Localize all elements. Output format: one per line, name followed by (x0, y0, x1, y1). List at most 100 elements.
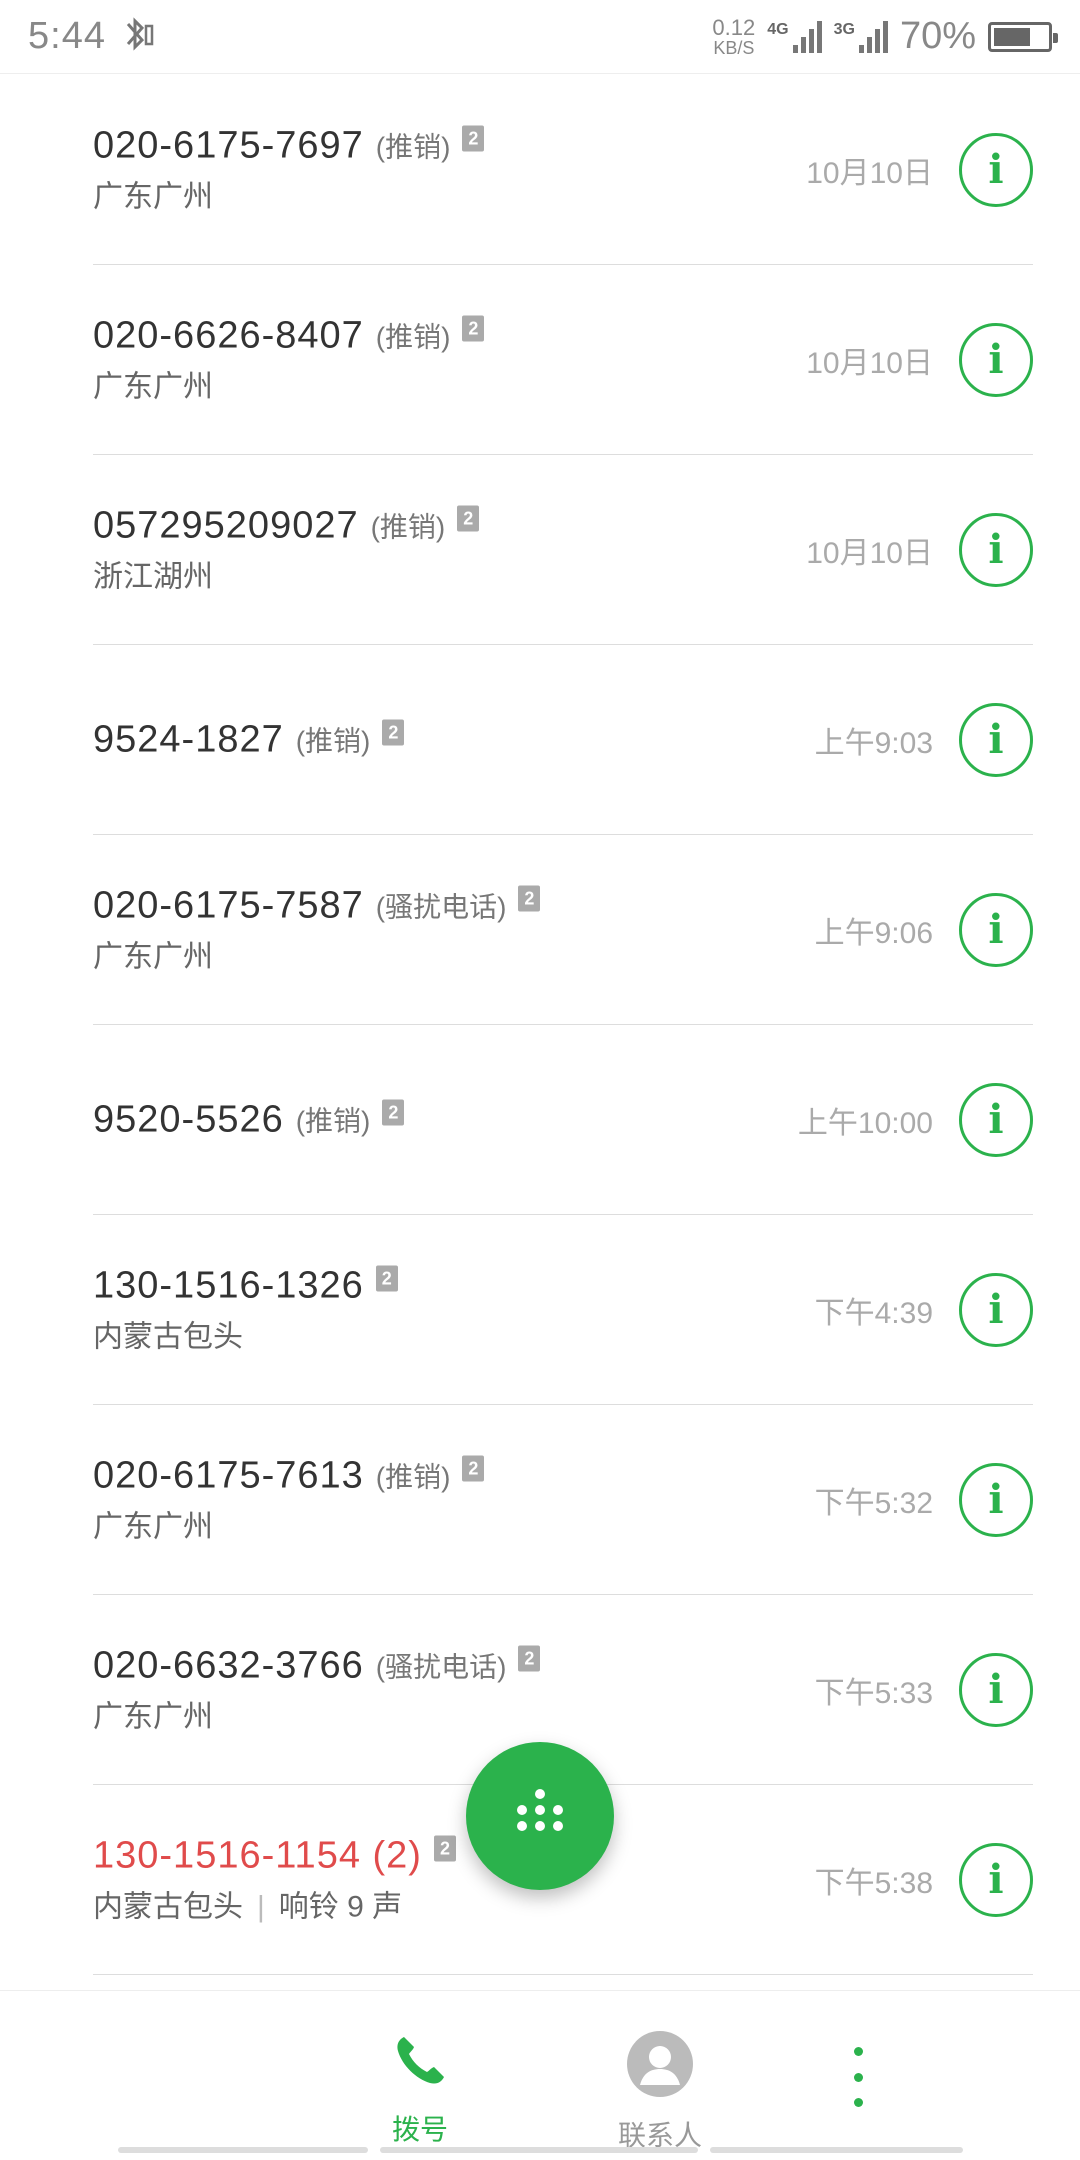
call-info-button[interactable]: i (959, 1462, 1033, 1537)
call-entry-line: 020-6632-3766 (骚扰电话) 2 (93, 1644, 541, 1687)
bottom-nav: 拨号 联系人 (0, 1990, 1080, 2160)
tab-dial-label: 拨号 (391, 2114, 448, 2145)
call-info-button[interactable]: i (959, 1842, 1033, 1917)
call-time: 下午4:39 (814, 1296, 933, 1330)
call-tag: (推销) (295, 725, 371, 757)
call-number: 020-6175-7613 (93, 1454, 364, 1496)
call-number: 020-6632-3766 (93, 1644, 364, 1686)
network-speed: 0.12 KB/S (712, 16, 755, 58)
sim-2-icon: 2 (382, 1099, 405, 1126)
sim-2-icon: 2 (433, 1835, 456, 1862)
call-info-button[interactable]: i (959, 132, 1033, 207)
call-entry-line: 9520-5526 (推销) 2 (93, 1098, 405, 1141)
status-time: 5:44 (28, 15, 106, 57)
more-options-button[interactable] (838, 2047, 878, 2107)
call-number: 9520-5526 (93, 1098, 284, 1140)
call-entry-main: 130-1516-1326 2 内蒙古包头 (93, 1264, 398, 1355)
call-tag: (推销) (370, 511, 446, 543)
net-speed-unit: KB/S (713, 37, 755, 58)
call-log-row[interactable]: 020-6175-7613 (推销) 2 广东广州 下午5:32 i (93, 1405, 1033, 1595)
call-log-row[interactable]: 9520-5526 (推销) 2 上午10:00 i (93, 1025, 1033, 1215)
call-info-button[interactable]: i (959, 892, 1033, 967)
call-log-row[interactable]: 130-1516-1326 2 内蒙古包头 下午4:39 i (93, 1215, 1033, 1405)
call-info-button[interactable]: i (959, 1272, 1033, 1347)
call-info-button[interactable]: i (959, 1652, 1033, 1727)
call-log-row[interactable]: 057295209027 (推销) 2 浙江湖州 10月10日 i (93, 455, 1033, 645)
call-log-row[interactable]: 020-6175-7697 (推销) 2 广东广州 10月10日 i (93, 75, 1033, 265)
call-time: 10月10日 (806, 346, 933, 380)
nav-indicator-right (710, 2147, 963, 2153)
call-info-button[interactable]: i (959, 702, 1033, 777)
info-icon: i (988, 336, 1004, 383)
call-number: 020-6175-7697 (93, 124, 364, 166)
call-location-text: 广东广州 (93, 940, 213, 973)
ring-info: 响铃 9 声 (278, 1890, 403, 1923)
signal-4g-label: 4G (767, 20, 789, 38)
call-log-row[interactable]: 020-6626-8407 (推销) 2 广东广州 10月10日 i (93, 265, 1033, 455)
battery-percent: 70% (899, 15, 976, 57)
call-log-row[interactable]: 020-6175-7587 (骚扰电话) 2 广东广州 上午9:06 i (93, 835, 1033, 1025)
status-bar: 5:44 0.12 KB/S 4G 3G 70% (0, 0, 1080, 74)
call-tag: (骚扰电话) (375, 891, 507, 923)
call-location: 广东广州 (93, 1691, 540, 1735)
call-location: 广东广州 (93, 171, 484, 215)
call-entry-line: 130-1516-1326 2 (93, 1264, 398, 1307)
call-entry-main: 020-6175-7697 (推销) 2 广东广州 (93, 124, 485, 215)
call-location: 广东广州 (93, 931, 540, 975)
call-entry-main: 057295209027 (推销) 2 浙江湖州 (93, 504, 480, 595)
call-entry-main: 9524-1827 (推销) 2 (93, 718, 405, 761)
sim-2-icon: 2 (462, 125, 485, 152)
call-entry-line: 130-1516-1154 (2) 2 (93, 1834, 456, 1877)
call-entry-main: 020-6175-7613 (推销) 2 广东广州 (93, 1454, 485, 1545)
call-tag: (推销) (375, 1461, 451, 1493)
sim-2-icon: 2 (518, 885, 541, 912)
call-entry-line: 057295209027 (推销) 2 (93, 504, 480, 547)
signal-4g: 4G (767, 20, 822, 53)
more-dot (853, 2072, 863, 2082)
call-entry-main: 020-6175-7587 (骚扰电话) 2 广东广州 (93, 884, 541, 975)
call-info-button[interactable]: i (959, 512, 1033, 587)
nav-indicator-middle (380, 2147, 698, 2153)
call-location-text: 内蒙古包头 (93, 1890, 243, 1923)
battery-fill (994, 27, 1031, 46)
tab-dial[interactable]: 拨号 (320, 2031, 520, 2148)
call-location-text: 内蒙古包头 (93, 1320, 243, 1353)
bluetooth-icon (120, 14, 156, 59)
call-tag: (推销) (375, 131, 451, 163)
nav-indicator-left (118, 2147, 368, 2153)
call-info-button[interactable]: i (959, 1082, 1033, 1157)
info-icon: i (988, 1286, 1004, 1333)
call-number: 130-1516-1154 (2) (93, 1834, 422, 1876)
dialpad-icon (517, 1789, 563, 1831)
call-entry-main: 9520-5526 (推销) 2 (93, 1098, 405, 1141)
separator: | (257, 1890, 265, 1923)
sim-2-icon: 2 (382, 719, 405, 746)
info-icon: i (988, 1856, 1004, 1903)
call-number: 130-1516-1326 (93, 1264, 364, 1306)
call-location: 内蒙古包头 | 响铃 9 声 (93, 1881, 456, 1925)
call-number: 020-6175-7587 (93, 884, 364, 926)
dialpad-button[interactable] (466, 1742, 614, 1890)
call-info-button[interactable]: i (959, 322, 1033, 397)
signal-3g-label: 3G (833, 20, 855, 38)
sim-2-icon: 2 (462, 1455, 485, 1482)
call-location-text: 广东广州 (93, 180, 213, 213)
call-location-text: 浙江湖州 (93, 560, 213, 593)
call-time: 下午5:38 (814, 1866, 933, 1900)
call-tag: (骚扰电话) (375, 1651, 507, 1683)
call-location: 内蒙古包头 (93, 1311, 398, 1355)
call-tag: (推销) (295, 1105, 371, 1137)
tab-contacts[interactable]: 联系人 (560, 2031, 760, 2154)
info-icon: i (988, 1096, 1004, 1143)
call-log-row[interactable]: 9524-1827 (推销) 2 上午9:03 i (93, 645, 1033, 835)
info-icon: i (988, 526, 1004, 573)
call-location: 广东广州 (93, 361, 484, 405)
call-time: 下午5:32 (814, 1486, 933, 1520)
call-location-text: 广东广州 (93, 370, 213, 403)
call-log-list: 020-6175-7697 (推销) 2 广东广州 10月10日 i 020-6626-84… (0, 75, 1080, 1975)
info-icon: i (988, 146, 1004, 193)
call-number: 9524-1827 (93, 718, 284, 760)
battery-icon (988, 21, 1058, 52)
call-number: 057295209027 (93, 504, 359, 546)
signal-3g-bars-icon (858, 20, 888, 53)
